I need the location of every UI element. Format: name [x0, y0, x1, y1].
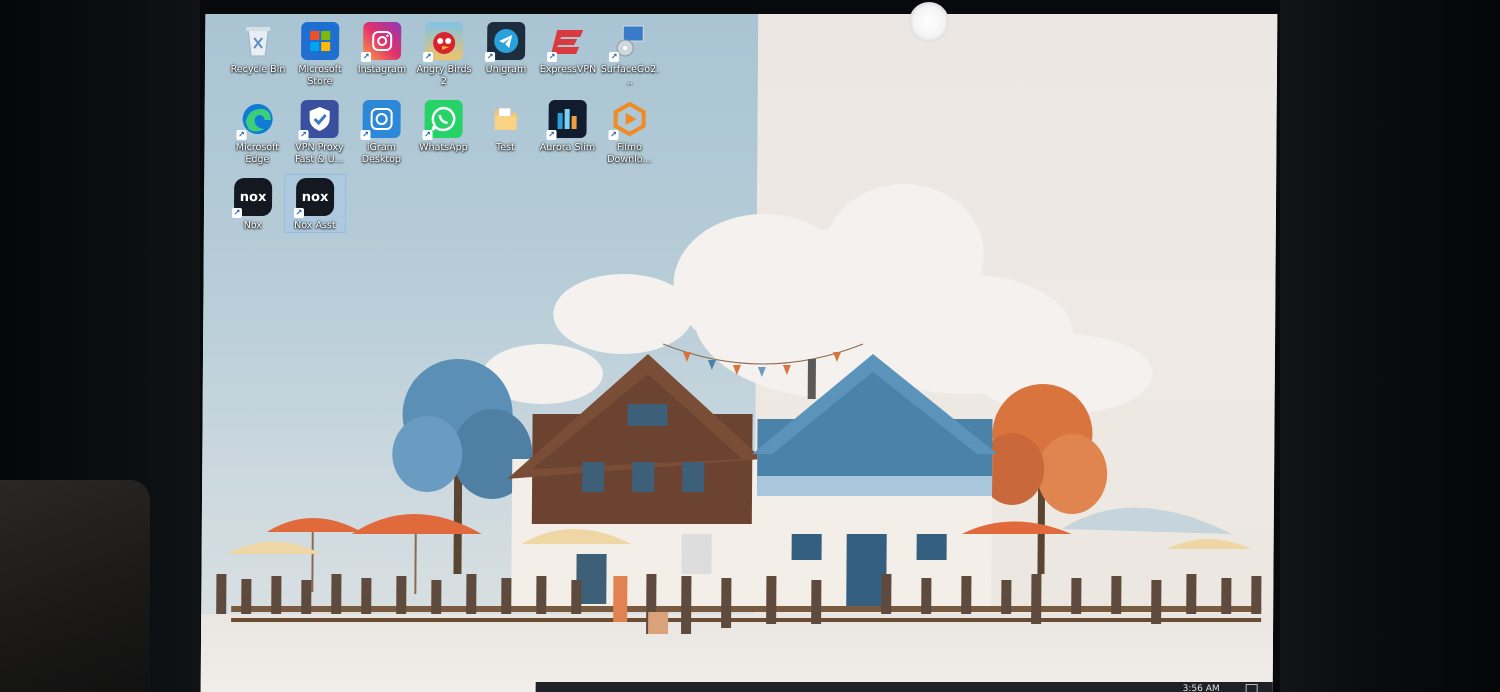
icon-label: Aurora Slim	[539, 142, 596, 153]
desktop-icon-aurora-slim[interactable]: ↗ Aurora Slim	[536, 96, 598, 155]
icon-label: Unigram	[485, 64, 527, 75]
desk-surface	[0, 480, 150, 692]
icon-label: Instagram	[357, 64, 407, 75]
microsoft-store-icon	[301, 22, 340, 60]
shortcut-arrow-icon: ↗	[360, 130, 371, 140]
vpn-shield-icon: ↗	[298, 100, 339, 140]
telegram-icon: ↗	[485, 22, 526, 62]
notification-icon[interactable]	[1245, 684, 1258, 692]
monitor-bezel-right	[1280, 0, 1500, 692]
icon-label: Angry Birds 2	[416, 64, 472, 87]
shortcut-arrow-icon: ↗	[293, 208, 305, 218]
shortcut-arrow-icon: ↗	[485, 52, 496, 62]
edge-icon: ↗	[236, 100, 277, 140]
desktop-icon-instagram[interactable]: ↗ Instagram	[351, 18, 413, 77]
desktop-icon-angry-birds[interactable]: ↗ Angry Birds 2	[413, 18, 475, 89]
nox-logo-text: nox	[301, 189, 329, 205]
icon-label: Nox Asst	[294, 220, 336, 231]
icon-label: Microsoft Edge	[235, 142, 280, 165]
icon-label: Filmo Downlo...	[607, 142, 652, 165]
shortcut-arrow-icon: ↗	[546, 130, 557, 140]
desktop-icon-nox[interactable]: nox ↗ Nox	[222, 174, 284, 233]
igram-icon: ↗	[360, 100, 401, 140]
shortcut-arrow-icon: ↗	[608, 130, 619, 140]
nox-assistant-icon: nox ↗	[293, 178, 335, 218]
icon-label: Nox	[243, 220, 263, 231]
desktop-icon-expressvpn[interactable]: ↗ ExpressVPN	[537, 18, 599, 77]
desktop-icon-igram[interactable]: ↗ iGram Desktop	[350, 96, 412, 167]
desktop-screen: Recycle Bin Microsoft Store ↗ Instagram …	[200, 14, 1278, 692]
icon-label: SurfaceGo2...	[600, 64, 660, 87]
shortcut-arrow-icon: ↗	[609, 52, 620, 62]
desktop-icon-microsoft-edge[interactable]: ↗ Microsoft Edge	[226, 96, 288, 167]
tree-orange	[980, 384, 1108, 574]
desktop-icon-vpn-proxy[interactable]: ↗ VPN Proxy Fast & U...	[288, 96, 350, 167]
icon-label: iGram Desktop	[361, 142, 401, 165]
clouds	[482, 184, 1153, 414]
recycle-bin-icon	[239, 22, 277, 60]
taskbar	[535, 682, 1276, 692]
taskbar-clock[interactable]: 3:56 AM	[1183, 684, 1220, 692]
shortcut-arrow-icon: ↗	[298, 130, 309, 140]
desktop-icon-unigram[interactable]: ↗ Unigram	[475, 18, 537, 77]
whatsapp-icon: ↗	[422, 100, 463, 140]
desktop-icon-recycle-bin[interactable]: Recycle Bin	[227, 18, 289, 77]
computer-cd-icon: ↗	[609, 22, 649, 62]
expressvpn-icon: ↗	[547, 22, 587, 62]
icon-label: Microsoft Store	[298, 64, 342, 87]
desktop-icon-filmora-download[interactable]: ↗ Filmo Downlo...	[598, 96, 660, 167]
desktop-icon-surfacego2[interactable]: ↗ SurfaceGo2...	[599, 18, 661, 89]
folder-icon	[487, 100, 525, 138]
shortcut-arrow-icon: ↗	[547, 52, 558, 62]
desktop-icon-test[interactable]: Test	[474, 96, 536, 155]
icon-label: Test	[496, 142, 515, 153]
nox-icon: nox ↗	[231, 178, 273, 218]
shortcut-arrow-icon: ↗	[231, 208, 243, 218]
nox-logo-text: nox	[239, 189, 267, 205]
desktop-icon-microsoft-store[interactable]: Microsoft Store	[289, 18, 351, 89]
icon-label: VPN Proxy Fast & U...	[295, 142, 344, 165]
shortcut-arrow-icon: ↗	[423, 52, 434, 62]
filmora-play-icon: ↗	[608, 100, 649, 140]
icon-label: WhatsApp	[419, 142, 468, 153]
instagram-icon: ↗	[361, 22, 402, 62]
icon-label: Recycle Bin	[230, 64, 286, 75]
angry-birds-icon: ↗	[423, 22, 464, 62]
aurora-icon: ↗	[546, 100, 587, 140]
webcam-light	[909, 2, 949, 42]
shortcut-arrow-icon: ↗	[422, 130, 433, 140]
desktop-icon-nox-asst[interactable]: nox ↗ Nox Asst	[283, 174, 347, 233]
desktop-icon-whatsapp[interactable]: ↗ WhatsApp	[412, 96, 474, 155]
icon-label: ExpressVPN	[539, 64, 597, 75]
shortcut-arrow-icon: ↗	[361, 52, 372, 62]
shortcut-arrow-icon: ↗	[236, 130, 247, 140]
